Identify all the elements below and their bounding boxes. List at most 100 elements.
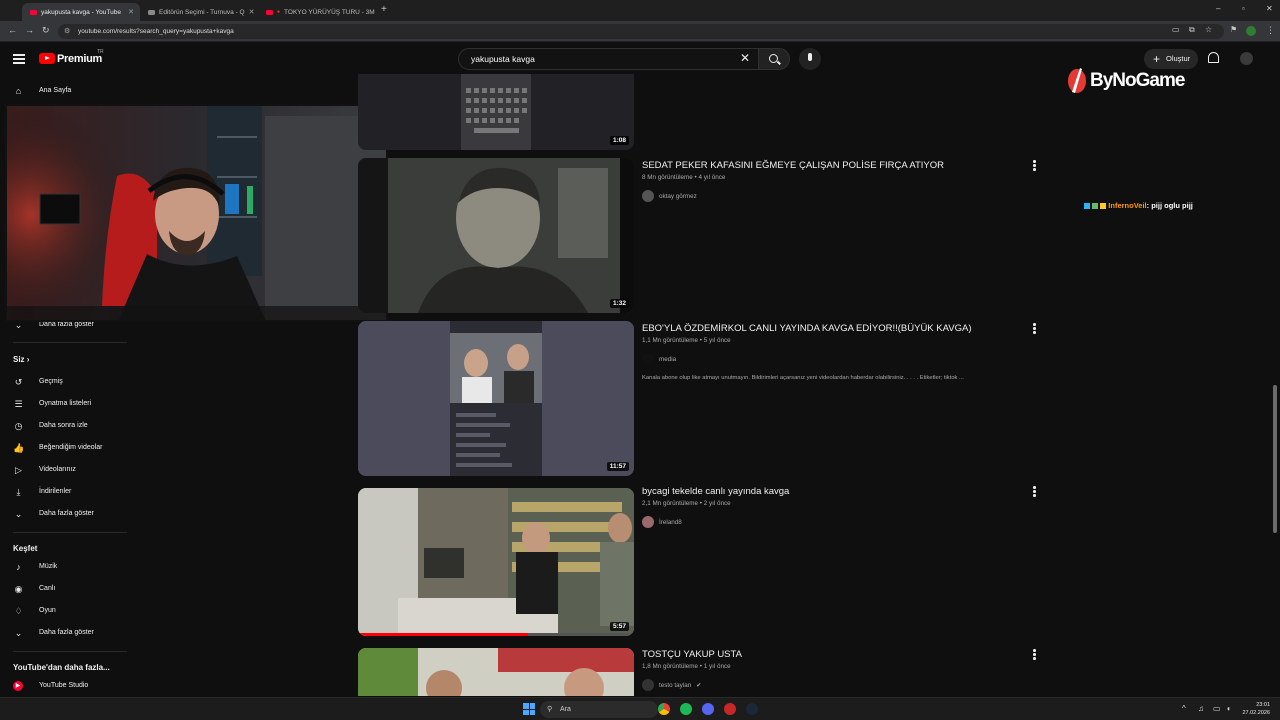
profile-avatar[interactable] xyxy=(1246,26,1256,36)
clock-date: 27.02.2026 xyxy=(1242,710,1270,716)
browser-menu-icon[interactable]: ⋮ xyxy=(1266,25,1275,36)
discord-app-icon[interactable] xyxy=(702,703,714,715)
sidebar-item-label: Daha fazla göster xyxy=(39,510,94,517)
sidebar-item-downloads[interactable]: ⤓ İndirilenler xyxy=(0,483,128,503)
close-window-icon[interactable]: ✕ xyxy=(1266,4,1273,13)
thumbs-up-icon: 👍 xyxy=(13,443,25,453)
sidebar-item-show-more-explore[interactable]: ⌄ Daha fazla göster xyxy=(0,624,128,644)
chat-badge-icon xyxy=(1100,203,1107,210)
spotify-app-icon[interactable] xyxy=(680,703,692,715)
sidebar-item-history[interactable]: ↺ Geçmiş xyxy=(0,373,128,393)
youtube-premium-logo-text[interactable]: Premium xyxy=(57,53,102,65)
webcam-feed-image xyxy=(7,106,386,320)
windows-start-icon[interactable] xyxy=(523,703,535,715)
channel-link[interactable]: media xyxy=(642,353,676,365)
voice-search-button[interactable] xyxy=(799,48,821,70)
extensions-icon[interactable]: ⚑ xyxy=(1230,25,1237,34)
video-metadata: 1,8 Mn görüntüleme • 1 yıl önce xyxy=(642,663,731,670)
sidebar-divider xyxy=(13,651,127,652)
video-title[interactable]: TOSTÇU YAKUP USTA xyxy=(642,649,742,660)
reload-icon[interactable]: ↻ xyxy=(42,25,50,36)
steam-app-icon[interactable] xyxy=(746,703,758,715)
account-avatar[interactable] xyxy=(1240,52,1253,65)
taskbar-clock[interactable]: 23:01 27.02.2026 xyxy=(1240,701,1270,717)
site-info-icon[interactable]: ⚙ xyxy=(64,24,70,39)
channel-avatar xyxy=(642,190,654,202)
restore-icon[interactable]: ▫ xyxy=(1242,4,1245,13)
more-actions-icon[interactable] xyxy=(1033,649,1036,661)
video-icon: ▷ xyxy=(15,465,22,475)
sidebar-item-your-videos[interactable]: ▷ Videolarınız xyxy=(0,461,128,481)
download-icon: ⤓ xyxy=(16,487,21,497)
bookmark-star-icon[interactable]: ☆ xyxy=(1205,25,1212,34)
more-actions-icon[interactable] xyxy=(1033,160,1036,172)
video-title[interactable]: bycagi tekelde canlı yayında kavga xyxy=(642,486,789,497)
tab-label: yakupusta kavga - YouTube xyxy=(41,8,121,16)
clear-search-icon[interactable]: ✕ xyxy=(740,51,750,65)
sidebar-item-gaming[interactable]: ♢ Oyun xyxy=(0,602,128,622)
search-input[interactable]: yakupusta kavga xyxy=(458,48,760,70)
clock-icon: ◷ xyxy=(14,421,23,431)
video-thumbnail[interactable]: 5:57 xyxy=(358,488,634,636)
sidebar-item-label: Videolarınız xyxy=(39,466,76,473)
sidebar-item-show-more-you[interactable]: ⌄ Daha fazla göster xyxy=(0,505,128,525)
video-thumbnail[interactable]: 1:08 xyxy=(358,74,634,150)
video-title[interactable]: EBO'YLA ÖZDEMİRKOL CANLI YAYINDA KAVGA E… xyxy=(642,323,971,334)
browser-tab-bar: yakupusta kavga - YouTube ✕ Editörün Seç… xyxy=(0,0,1280,21)
chat-text: : pijj oglu pijj xyxy=(1146,201,1193,210)
forward-icon[interactable]: → xyxy=(25,25,34,35)
streamer-webcam-overlay xyxy=(5,104,388,322)
notifications-bell-icon[interactable] xyxy=(1208,52,1219,63)
video-thumbnail[interactable]: 1:32 xyxy=(358,158,634,313)
channel-link[interactable]: İreland8 xyxy=(642,516,682,528)
video-title[interactable]: SEDAT PEKER KAFASINI EĞMEYE ÇALIŞAN POLİ… xyxy=(642,160,944,171)
sidebar-item-label: Müzik xyxy=(39,563,58,570)
live-broadcast-icon: ◉ xyxy=(14,584,23,594)
home-icon: ⌂ xyxy=(15,86,22,96)
minimize-icon[interactable]: – xyxy=(1216,4,1220,13)
address-bar[interactable]: ⚙ youtube.com/results?search_query=yakup… xyxy=(58,24,1224,39)
taskbar-search-box[interactable]: ⚲ Ara xyxy=(540,701,658,718)
browser-tab-tokyo-walk[interactable]: ● TOKYO YÜRÜYÜŞ TURU - 3M ✕ xyxy=(258,3,376,21)
page-scrollbar[interactable] xyxy=(1273,385,1277,533)
back-icon[interactable]: ← xyxy=(8,25,17,35)
close-tab-icon[interactable]: ✕ xyxy=(249,8,255,16)
recording-app-icon[interactable] xyxy=(724,703,736,715)
chrome-app-icon[interactable] xyxy=(658,703,670,715)
sidebar-item-watch-later[interactable]: ◷ Daha sonra izle xyxy=(0,417,128,437)
cast-icon[interactable]: ▭ xyxy=(1172,25,1180,34)
volume-tray-icon[interactable]: ◖ xyxy=(1226,704,1231,713)
youtube-studio-icon: ▶ xyxy=(13,681,23,691)
sidebar-item-home[interactable]: ⌂ Ana Sayfa xyxy=(0,82,128,102)
browser-tab-youtube-search[interactable]: yakupusta kavga - YouTube ✕ xyxy=(22,3,140,21)
close-tab-icon[interactable]: ✕ xyxy=(128,8,134,16)
chat-username: InfernoVeil xyxy=(1108,201,1147,210)
more-actions-icon[interactable] xyxy=(1033,323,1036,335)
sidebar-section-you[interactable]: Siz › xyxy=(13,355,29,364)
more-actions-icon[interactable] xyxy=(1033,486,1036,498)
sidebar-item-music[interactable]: ♪ Müzik xyxy=(0,558,128,578)
search-button[interactable] xyxy=(758,48,790,70)
microphone-tray-icon[interactable]: ♫ xyxy=(1198,704,1204,713)
install-icon[interactable]: ⧉ xyxy=(1189,25,1195,35)
channel-link[interactable]: oktay görmez xyxy=(642,190,697,202)
video-description-snippet: Kanala abone olup like atmayı unutmayın.… xyxy=(642,375,964,381)
channel-link[interactable]: testo taylan ✔ xyxy=(642,679,701,691)
sidebar-divider xyxy=(13,532,127,533)
sidebar-item-live[interactable]: ◉ Canlı xyxy=(0,580,128,600)
video-thumbnail[interactable] xyxy=(358,648,634,696)
youtube-logo-icon[interactable] xyxy=(39,53,55,64)
guide-menu-icon[interactable] xyxy=(13,54,25,66)
sidebar-item-playlists[interactable]: ☰ Oynatma listeleri xyxy=(0,395,128,415)
tray-overflow-icon[interactable]: ^ xyxy=(1182,704,1186,713)
network-tray-icon[interactable]: ▭ xyxy=(1213,704,1221,713)
new-tab-icon[interactable]: + xyxy=(381,4,387,15)
sidebar-item-liked-videos[interactable]: 👍 Beğendiğim videolar xyxy=(0,439,128,459)
sidebar-item-label: İndirilenler xyxy=(39,488,72,495)
browser-tab-editors-choice[interactable]: Editörün Seçimi - Turnuva - Q ✕ xyxy=(140,3,258,21)
chevron-down-icon: ⌄ xyxy=(14,509,23,519)
windows-taskbar: ⚲ Ara ^ ♫ ▭ ◖ 23:01 27.02.2026 xyxy=(0,697,1280,720)
sidebar-item-label: Oynatma listeleri xyxy=(39,400,92,407)
sidebar-item-youtube-studio[interactable]: ▶ YouTube Studio xyxy=(0,677,128,697)
video-thumbnail[interactable]: 11:57 xyxy=(358,321,634,476)
